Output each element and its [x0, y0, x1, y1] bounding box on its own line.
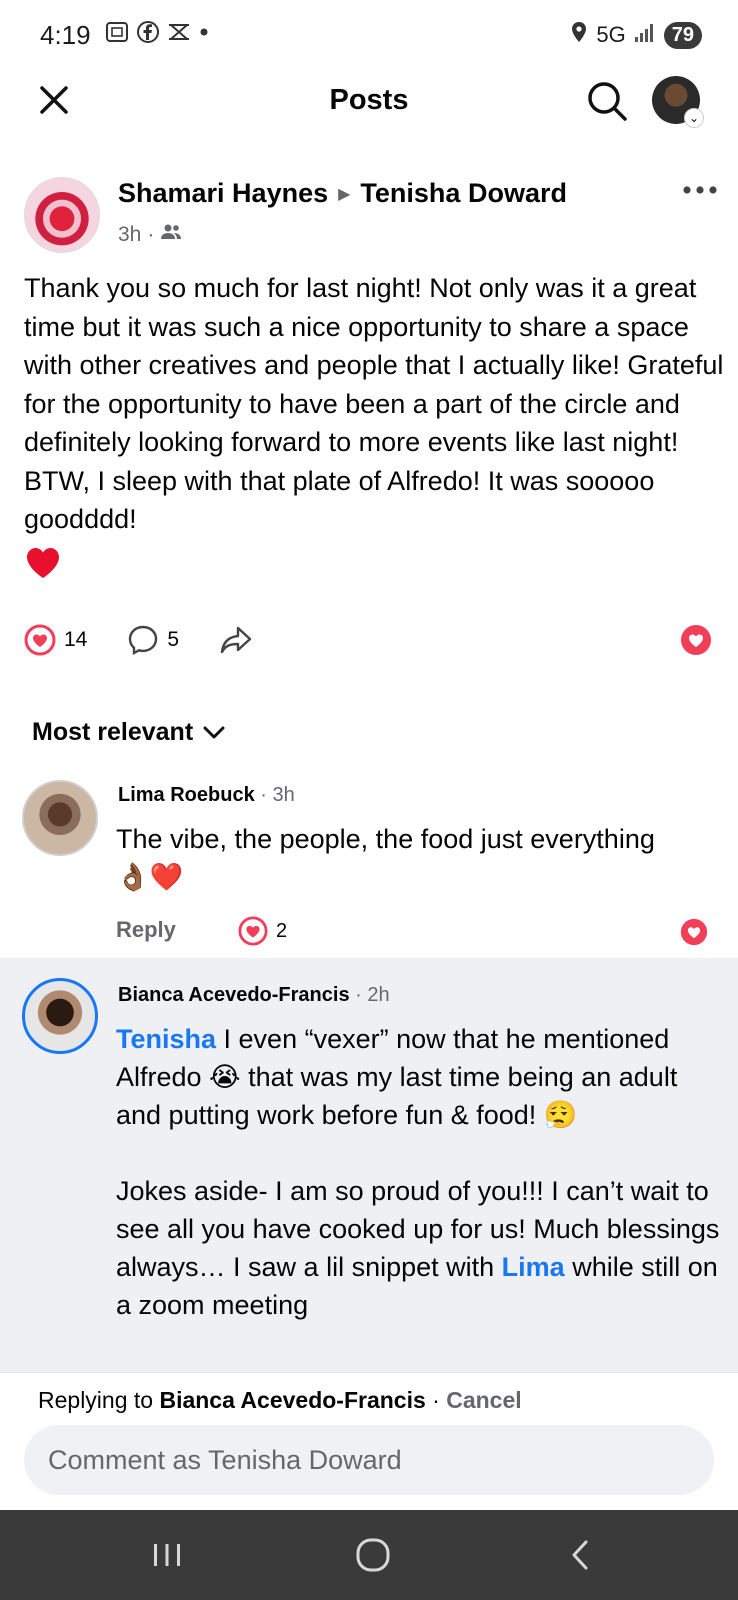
screenshot-icon [104, 20, 130, 49]
comment-icon [129, 625, 158, 656]
friends-audience-icon [160, 222, 182, 248]
location-icon [570, 20, 588, 50]
battery-indicator: 79 [663, 21, 702, 49]
post-author-name[interactable]: Shamari Haynes [118, 178, 328, 209]
post-author-line: Shamari Haynes ▶ Tenisha Doward [118, 178, 567, 209]
back-icon [572, 1540, 588, 1570]
more-options-icon [683, 186, 717, 194]
facebook-icon [136, 20, 160, 49]
home-button[interactable] [348, 1530, 398, 1580]
love-reaction-icon [238, 916, 268, 946]
profile-avatar-button[interactable]: ⌄ [652, 76, 704, 128]
chevron-down-icon: ⌄ [684, 108, 704, 128]
replying-prefix: Replying to [38, 1387, 160, 1413]
cancel-reply-button[interactable]: Cancel [446, 1387, 521, 1413]
replying-target: Bianca Acevedo-Francis [159, 1387, 426, 1413]
comment-count: 5 [167, 628, 180, 651]
comment-input[interactable] [24, 1425, 714, 1495]
meta-separator: · [147, 223, 155, 246]
post-meta: 3h · [118, 222, 182, 248]
search-icon [588, 82, 627, 121]
reply-button[interactable]: Reply [116, 917, 176, 943]
app-header: Posts ⌄ [0, 68, 738, 134]
comment-reaction-count: 2 [276, 919, 288, 942]
notification-icons [104, 20, 210, 49]
dot-icon [198, 20, 210, 49]
post-time[interactable]: 3h [118, 223, 141, 247]
commenter-avatar[interactable] [22, 978, 98, 1054]
recent-apps-button[interactable] [142, 1530, 192, 1580]
post-author-avatar[interactable] [24, 177, 100, 253]
status-bar: 4:19 5G 79 [0, 0, 738, 68]
comment-love-button[interactable] [680, 918, 708, 946]
comment-paragraph: Tenisha I even “vexer” now that he menti… [116, 1020, 726, 1134]
status-right: 5G 79 [570, 20, 702, 50]
comment-sort-dropdown[interactable]: Most relevant [32, 718, 225, 747]
recent-apps-icon [154, 1544, 180, 1566]
reactions-button[interactable]: 14 [24, 624, 87, 656]
comment-header: Bianca Acevedo-Francis · 2h [118, 984, 390, 1007]
post-actions: 14 5 [24, 620, 293, 660]
home-icon [356, 1538, 390, 1572]
commenter-avatar[interactable] [22, 780, 98, 856]
mention-link[interactable]: Tenisha [116, 1024, 216, 1054]
sort-label: Most relevant [32, 718, 194, 746]
search-button[interactable] [584, 78, 630, 124]
comment-paragraph: Jokes aside- I am so proud of you!!! I c… [116, 1172, 726, 1324]
comment-header: Lima Roebuck · 3h [118, 784, 295, 807]
commenter-name[interactable]: Lima Roebuck [118, 784, 255, 806]
chevron-down-icon [203, 726, 225, 738]
share-button[interactable] [219, 624, 253, 656]
post-body-text: Thank you so much for last night! Not on… [24, 273, 724, 534]
comment-reactions[interactable]: 2 [238, 916, 287, 946]
back-button[interactable] [556, 1530, 606, 1580]
share-icon [220, 626, 252, 654]
replying-to-line: Replying to Bianca Acevedo-Francis · Can… [38, 1387, 522, 1414]
signal-icon [634, 21, 656, 49]
red-heart-emoji-icon [24, 544, 62, 582]
comment-time: · 3h [260, 784, 295, 806]
capcut-icon [166, 20, 192, 49]
react-love-button[interactable] [680, 624, 712, 656]
love-reaction-icon [24, 624, 56, 656]
reply-composer: Replying to Bianca Acevedo-Francis · Can… [0, 1372, 738, 1510]
love-icon [680, 918, 708, 946]
system-nav-bar [0, 1510, 738, 1600]
commenter-name[interactable]: Bianca Acevedo-Francis [118, 984, 350, 1006]
comment-text: Tenisha I even “vexer” now that he menti… [116, 1020, 726, 1324]
network-label: 5G [596, 22, 626, 47]
post-recipient-name[interactable]: Tenisha Doward [360, 178, 567, 209]
comment-emojis: 👌🏾❤️ [116, 862, 184, 892]
reaction-count: 14 [64, 628, 88, 651]
triangle-right-icon: ▶ [338, 185, 351, 203]
status-time: 4:19 [40, 20, 91, 50]
post-more-button[interactable] [680, 180, 720, 200]
love-icon [681, 625, 711, 655]
mention-link[interactable]: Lima [502, 1252, 565, 1282]
comments-button[interactable]: 5 [127, 624, 179, 656]
comment-time: · 2h [355, 984, 390, 1006]
replying-separator: · [425, 1387, 447, 1413]
comment-text: The vibe, the people, the food just ever… [116, 820, 676, 896]
comment-text-content: The vibe, the people, the food just ever… [116, 824, 655, 854]
